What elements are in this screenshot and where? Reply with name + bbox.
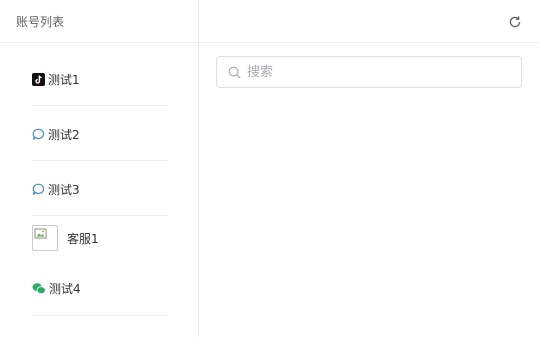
list-divider (32, 315, 168, 316)
search-input[interactable] (247, 58, 507, 86)
wechat-icon (32, 282, 46, 295)
account-name: 测试4 (49, 282, 81, 296)
account-list-header: 账号列表 (0, 0, 198, 43)
account-item[interactable]: 测试3 (32, 181, 168, 198)
chat-bubble-icon (32, 128, 45, 141)
account-item[interactable]: 客服1 (32, 225, 168, 251)
account-list-title: 账号列表 (16, 14, 65, 29)
account-item[interactable]: 测试1 (32, 71, 168, 88)
refresh-icon[interactable] (508, 14, 522, 28)
broken-avatar-image (32, 225, 58, 251)
account-item[interactable]: 测试2 (32, 126, 168, 143)
list-divider (32, 105, 168, 106)
account-list-panel: 账号列表 测试1 测试2 测试3 客服1 测试4 (0, 0, 199, 337)
main-panel-header (199, 0, 540, 43)
search-box[interactable] (216, 56, 522, 88)
app-window: 账号列表 测试1 测试2 测试3 客服1 测试4 搜索 (0, 0, 540, 337)
account-name: 客服1 (67, 231, 99, 246)
account-name: 测试2 (48, 128, 80, 142)
chat-bubble-icon (32, 183, 45, 196)
list-divider (32, 160, 168, 161)
list-divider (32, 215, 168, 216)
account-name: 测试3 (48, 183, 80, 197)
search-icon (228, 66, 241, 79)
tiktok-icon (32, 73, 45, 86)
main-panel (199, 0, 540, 337)
account-name: 测试1 (48, 73, 80, 87)
account-item[interactable]: 测试4 (32, 280, 168, 297)
